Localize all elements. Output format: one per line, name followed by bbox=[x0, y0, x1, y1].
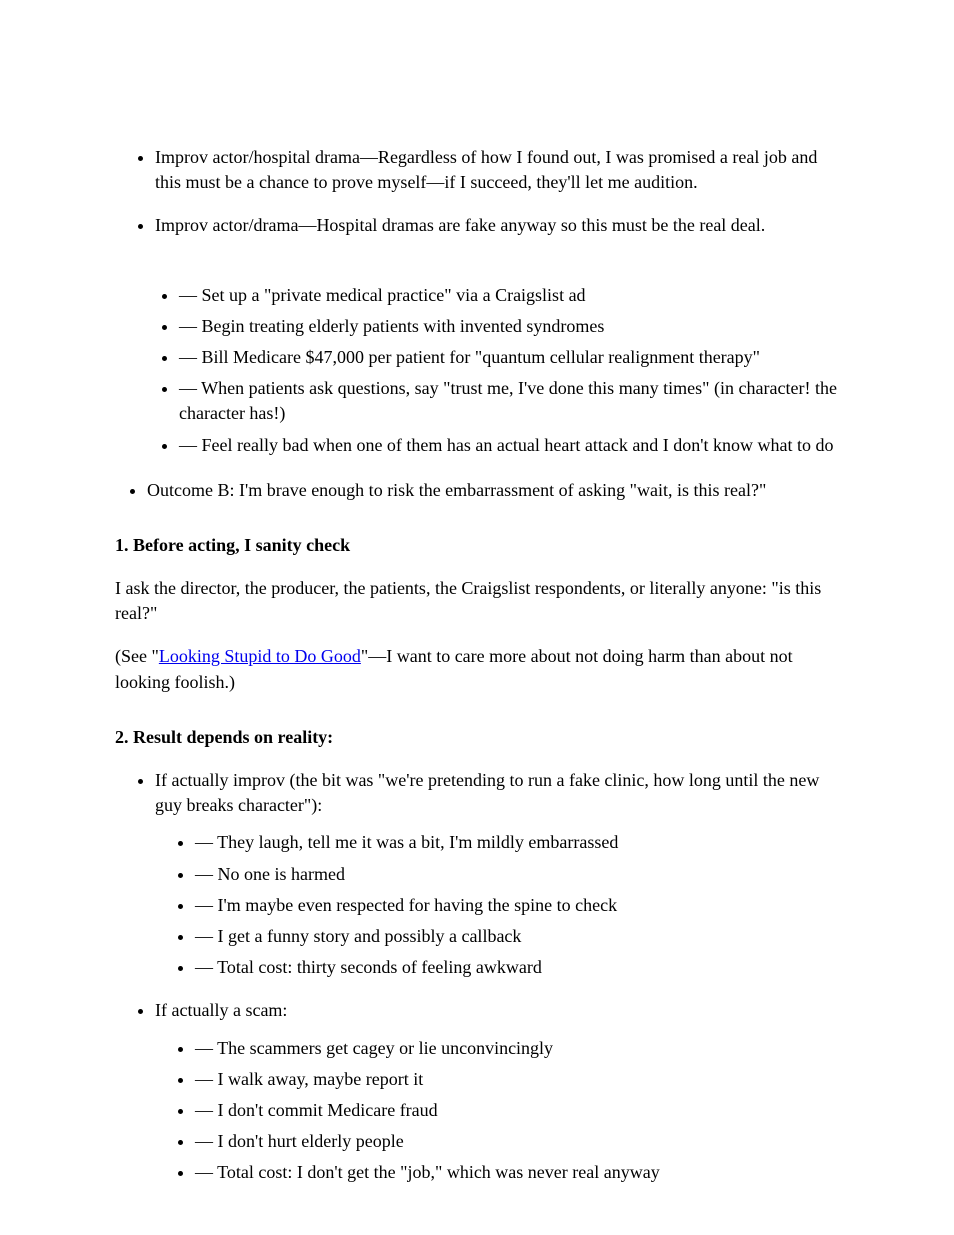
rationale-text-1: Improv actor/hospital drama—Regardless o… bbox=[155, 147, 817, 192]
list-item: Improv actor/hospital drama—Regardless o… bbox=[155, 145, 839, 195]
list-item: — When patients ask questions, say "trus… bbox=[179, 376, 839, 426]
result-list: If actually improv (the bit was "we're p… bbox=[115, 768, 839, 1185]
result-if-improv: If actually improv (the bit was "we're p… bbox=[155, 770, 819, 815]
paragraph-sanity-1: I ask the director, the producer, the pa… bbox=[115, 576, 839, 626]
link-looking-stupid[interactable]: Looking Stupid to Do Good bbox=[159, 646, 361, 666]
list-item: — I get a funny story and possibly a cal… bbox=[195, 924, 839, 949]
list-item: Outcome B: I'm brave enough to risk the … bbox=[147, 478, 839, 503]
subheading-sanity-check: 1. Before acting, I sanity check bbox=[115, 533, 839, 558]
result-scam-sub: — The scammers get cagey or lie unconvin… bbox=[155, 1036, 839, 1186]
list-item: — Set up a "private medical practice" vi… bbox=[179, 283, 839, 308]
result-improv-sub: — They laugh, tell me it was a bit, I'm … bbox=[155, 830, 839, 980]
list-item: — Total cost: I don't get the "job," whi… bbox=[195, 1160, 839, 1185]
list-item: — I walk away, maybe report it bbox=[195, 1067, 839, 1092]
list-item: If actually improv (the bit was "we're p… bbox=[155, 768, 839, 980]
list-item: — They laugh, tell me it was a bit, I'm … bbox=[195, 830, 839, 855]
outcome-b-intro: Outcome B: I'm brave enough to risk the … bbox=[147, 480, 766, 500]
list-item: — I don't hurt elderly people bbox=[195, 1129, 839, 1154]
list-item: — Total cost: thirty seconds of feeling … bbox=[195, 955, 839, 980]
list-item: — Bill Medicare $47,000 per patient for … bbox=[179, 345, 839, 370]
list-item: If actually a scam: — The scammers get c… bbox=[155, 998, 839, 1185]
rationale-text-2: Improv actor/drama—Hospital dramas are f… bbox=[155, 215, 765, 235]
paragraph-sanity-2: (See "Looking Stupid to Do Good"—I want … bbox=[115, 644, 839, 694]
result-if-scam: If actually a scam: bbox=[155, 1000, 287, 1020]
outcome-b-list: Outcome B: I'm brave enough to risk the … bbox=[115, 478, 839, 503]
list-item: — The scammers get cagey or lie unconvin… bbox=[195, 1036, 839, 1061]
subheading-result: 2. Result depends on reality: bbox=[115, 725, 839, 750]
numbered-rationales-list: Improv actor/hospital drama—Regardless o… bbox=[115, 145, 839, 239]
list-item: — Begin treating elderly patients with i… bbox=[179, 314, 839, 339]
list-item: — No one is harmed bbox=[195, 862, 839, 887]
list-item: — I don't commit Medicare fraud bbox=[195, 1098, 839, 1123]
outcome-a-bullets: — Set up a "private medical practice" vi… bbox=[115, 283, 839, 458]
list-item: Improv actor/drama—Hospital dramas are f… bbox=[155, 213, 839, 238]
list-item: — I'm maybe even respected for having th… bbox=[195, 893, 839, 918]
list-item: — Feel really bad when one of them has a… bbox=[179, 433, 839, 458]
